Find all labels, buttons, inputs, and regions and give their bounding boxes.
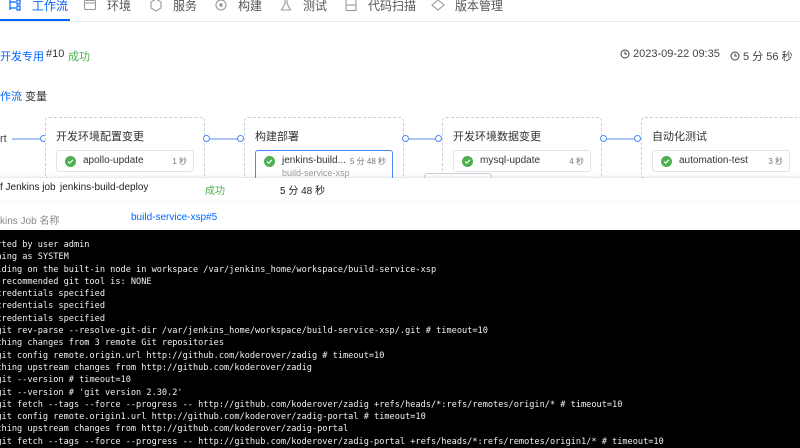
timer-icon <box>730 51 740 61</box>
run-number: #10 <box>46 48 65 60</box>
stage-connector <box>12 138 42 140</box>
job-detail-duration: 5 分 48 秒 <box>280 186 326 197</box>
job-detail-name: jenkins-build-deploy <box>60 182 149 193</box>
log-line: > git --version # timeout=10 <box>0 375 131 386</box>
log-line: > git fetch --tags --force --progress --… <box>0 436 664 447</box>
stage-automation-test: 自动化测试 automation-test 3 秒 <box>641 117 800 179</box>
log-line: etching upstream changes from http://git… <box>0 424 349 435</box>
log-line: > git fetch --tags --force --progress --… <box>0 399 623 410</box>
pipeline-start-label: rt <box>0 133 7 145</box>
stage-title: 自动化测试 <box>652 131 707 143</box>
log-line: > git rev-parse --resolve-git-dir /var/j… <box>0 326 488 337</box>
job-duration: 5 分 48 秒 <box>349 157 386 166</box>
top-navigation: 工作流 环境 服务 构建 测试 代码扫描 版本管理 <box>0 0 800 22</box>
log-line: etching changes from 3 remote Git reposi… <box>0 338 224 349</box>
nav-tab-label: 环境 <box>107 0 132 13</box>
log-line: o credentials specified <box>0 301 105 312</box>
job-name: automation-test <box>679 155 748 166</box>
job-subtitle: build-service-xsp <box>282 168 350 178</box>
run-duration: 5 分 56 秒 <box>730 48 793 64</box>
jenkins-job-info: kins Job 名称 build-service-xsp#5 <box>0 206 800 227</box>
job-name: apollo-update <box>83 155 144 166</box>
clock-icon <box>620 49 630 59</box>
run-status-badge: 成功 <box>68 51 90 63</box>
jenkins-job-name-link[interactable]: build-service-xsp#5 <box>131 212 217 223</box>
connector-node <box>600 135 607 142</box>
job-duration: 1 秒 <box>172 157 187 166</box>
connector-node <box>402 135 409 142</box>
tab-variables[interactable]: 变量 <box>25 88 47 104</box>
workflow-run-header: 开发专用 #10 成功 2023-09-22 09:35 5 分 56 秒 <box>0 44 800 66</box>
nav-tab-label: 服务 <box>173 0 198 13</box>
connector-node <box>435 135 442 142</box>
run-start-time: 2023-09-22 09:35 <box>620 48 720 60</box>
workflow-name-link[interactable]: 开发专用 <box>0 48 44 64</box>
nav-tab-version-management[interactable]: 版本管理 <box>431 0 503 15</box>
nav-tab-label: 代码扫描 <box>368 0 417 13</box>
nav-tab-label: 构建 <box>238 0 263 13</box>
job-apollo-update[interactable]: apollo-update 1 秒 <box>56 150 194 172</box>
stage-connector <box>210 138 240 140</box>
start-time-value: 2023-09-22 09:35 <box>633 48 720 60</box>
nav-tab-test[interactable]: 测试 <box>279 0 327 15</box>
tab-separator: | <box>17 88 20 100</box>
log-line: uilding on the built-in node in workspac… <box>0 264 437 275</box>
console-log[interactable]: tarted by user admin unning as SYSTEM ui… <box>0 230 800 448</box>
nav-tab-label: 版本管理 <box>455 0 504 13</box>
log-line: o credentials specified <box>0 289 105 300</box>
job-mysql-update[interactable]: mysql-update 4 秒 <box>453 150 591 172</box>
connector-node <box>634 135 641 142</box>
log-line: etching upstream changes from http://git… <box>0 362 312 373</box>
environment-icon <box>83 0 97 11</box>
log-line: unning as SYSTEM <box>0 252 69 263</box>
log-line: > git config remote.origin.url http://gi… <box>0 350 385 361</box>
log-line: > git --version # 'git version 2.30.2' <box>0 387 183 398</box>
job-detail-summary: f Jenkins job jenkins-build-deploy 成功 5 … <box>0 178 800 200</box>
nav-tab-label: 测试 <box>303 0 328 13</box>
workflow-icon <box>9 0 21 11</box>
log-line: o credentials specified <box>0 313 105 324</box>
nav-tab-environment[interactable]: 环境 <box>83 0 131 15</box>
stage-title: 开发环境数据变更 <box>453 131 541 143</box>
build-icon <box>215 0 227 11</box>
log-line: he recommended git tool is: NONE <box>0 276 152 287</box>
success-check-icon <box>264 156 275 167</box>
scan-icon <box>345 0 357 12</box>
stage-dev-data-change: 开发环境数据变更 mysql-update 4 秒 <box>442 117 602 179</box>
job-type-label: f Jenkins job <box>0 182 56 193</box>
nav-tab-build[interactable]: 构建 <box>214 0 262 15</box>
job-name: mysql-update <box>480 155 541 166</box>
job-duration: 3 秒 <box>768 157 783 166</box>
jenkins-job-name-label: kins Job 名称 <box>0 216 60 227</box>
nav-tab-label: 工作流 <box>32 0 69 13</box>
nav-tab-workflow[interactable]: 工作流 <box>8 0 68 15</box>
version-icon <box>431 0 445 11</box>
stage-dev-config-change: 开发环境配置变更 apollo-update 1 秒 <box>45 117 205 179</box>
stage-connector <box>607 138 637 140</box>
job-duration: 4 秒 <box>569 157 584 166</box>
stage-title: 开发环境配置变更 <box>56 131 144 143</box>
pipeline-graph: rt 开发环境配置变更 apollo-update 1 秒 构建部署 jenki… <box>0 115 800 180</box>
success-check-icon <box>65 156 76 167</box>
job-automation-test[interactable]: automation-test 3 秒 <box>652 150 790 172</box>
nav-tab-code-scan[interactable]: 代码扫描 <box>344 0 416 15</box>
stage-title: 构建部署 <box>255 131 299 143</box>
active-tab-indicator <box>0 19 70 21</box>
success-check-icon <box>661 156 672 167</box>
connector-node <box>237 135 244 142</box>
duration-value: 5 分 56 秒 <box>743 51 793 63</box>
test-icon <box>280 0 292 11</box>
service-icon <box>150 0 162 12</box>
success-check-icon <box>462 156 473 167</box>
nav-tab-service[interactable]: 服务 <box>149 0 197 15</box>
stage-build-deploy: 构建部署 jenkins-build... 5 分 48 秒 build-ser… <box>244 117 404 180</box>
connector-node <box>203 135 210 142</box>
stage-connector <box>409 138 437 140</box>
log-line: tarted by user admin <box>0 240 90 250</box>
job-detail-status: 成功 <box>205 186 225 197</box>
log-line: > git config remote.origin1.url http://g… <box>0 412 426 423</box>
job-jenkins-build[interactable]: jenkins-build... 5 分 48 秒 build-service-… <box>255 150 393 180</box>
job-name: jenkins-build... <box>282 155 346 166</box>
